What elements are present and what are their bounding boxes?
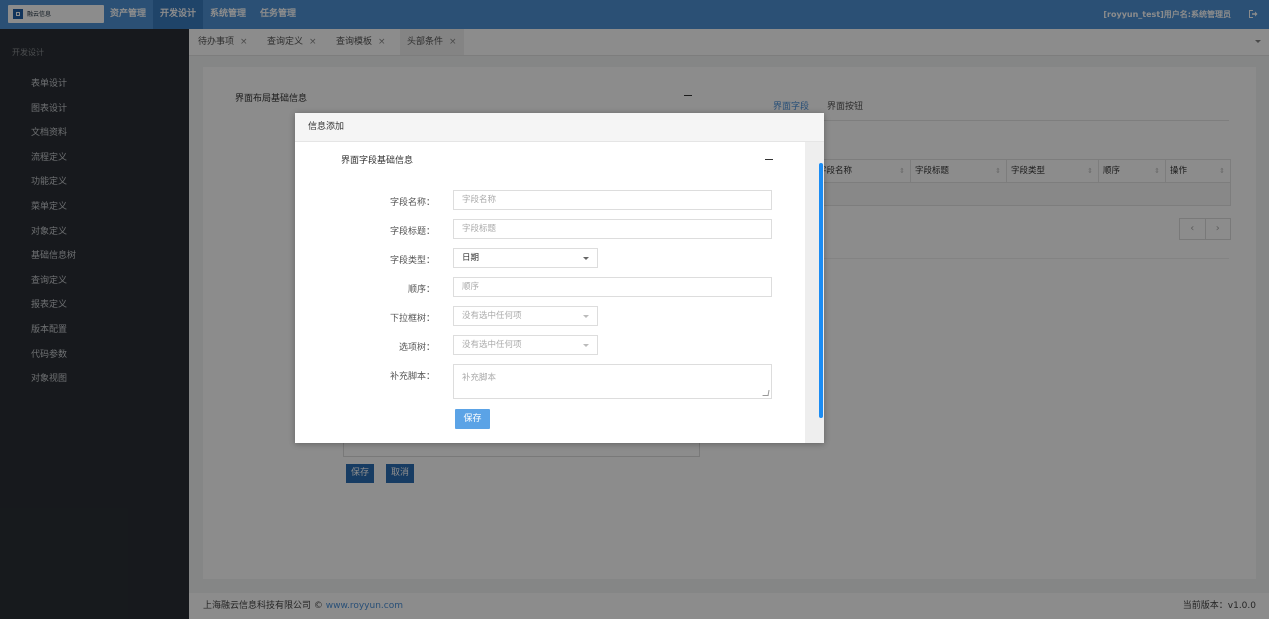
- option-tree-label: 选项树：: [398, 343, 435, 353]
- script-label: 补充脚本：: [389, 372, 435, 382]
- field-section-title: 界面字段基础信息: [341, 156, 414, 166]
- scrollbar-thumb[interactable]: [819, 163, 823, 418]
- add-info-modal: 信息添加 界面字段基础信息 字段名称： 字段名称 字段标题： 字段标题 字段类型…: [295, 113, 824, 443]
- modal-body: 界面字段基础信息 字段名称： 字段名称 字段标题： 字段标题 字段类型： 日期 …: [307, 142, 805, 443]
- option-tree-select[interactable]: 没有选中任何项: [453, 335, 598, 355]
- field-name-label: 字段名称：: [389, 198, 435, 208]
- field-type-label: 字段类型：: [389, 256, 435, 266]
- save-button[interactable]: 保存: [455, 409, 490, 429]
- field-title-input[interactable]: 字段标题: [453, 219, 772, 239]
- field-name-input[interactable]: 字段名称: [453, 190, 772, 210]
- dropdown-tree-label: 下拉框树：: [389, 314, 435, 324]
- field-info-panel: 界面字段基础信息 字段名称： 字段名称 字段标题： 字段标题 字段类型： 日期 …: [307, 142, 805, 443]
- dropdown-tree-select[interactable]: 没有选中任何项: [453, 306, 598, 326]
- modal-title: 信息添加: [295, 113, 824, 142]
- order-input[interactable]: 顺序: [453, 277, 772, 297]
- collapse-icon[interactable]: [765, 159, 773, 160]
- order-label: 顺序：: [407, 285, 435, 295]
- chevron-down-icon: [583, 344, 589, 347]
- chevron-down-icon: [583, 315, 589, 318]
- chevron-down-icon: [583, 257, 589, 260]
- field-type-select[interactable]: 日期: [453, 248, 598, 268]
- script-textarea[interactable]: 补充脚本: [453, 364, 772, 399]
- field-title-label: 字段标题：: [389, 227, 435, 237]
- resize-handle-icon[interactable]: [762, 390, 770, 396]
